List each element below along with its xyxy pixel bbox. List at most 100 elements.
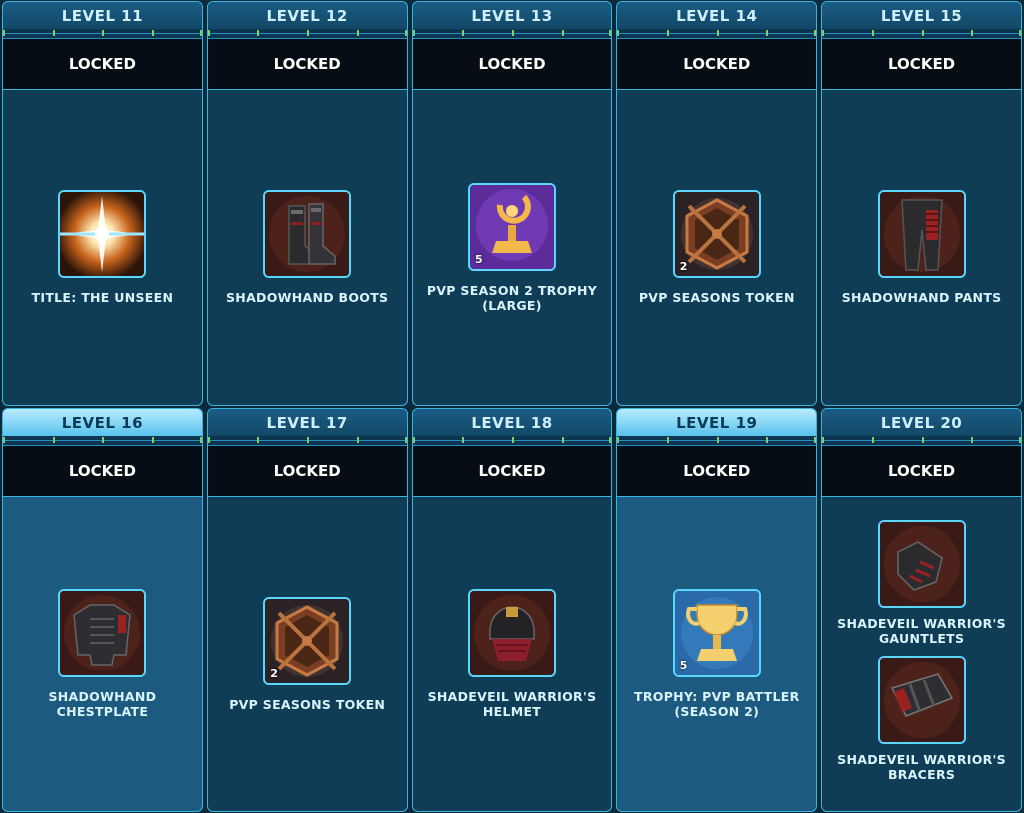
tick-mark	[199, 30, 202, 36]
reward-area: SHADOWHAND PANTS	[822, 90, 1021, 405]
level-label: LEVEL 11	[3, 2, 202, 29]
tick-mark	[814, 30, 817, 36]
reward-area: SHADEVEIL WARRIOR'S HELMET	[413, 497, 612, 811]
pants-icon[interactable]	[877, 190, 966, 278]
tick-mark	[257, 30, 260, 36]
tick-mark	[412, 30, 415, 36]
reward-item[interactable]: SHADOWHAND CHESTPLATE	[7, 589, 198, 719]
level-label: LEVEL 12	[207, 2, 407, 29]
level-label: LEVEL 19	[617, 409, 817, 436]
reward-name: PVP SEASON 2 TROPHY (LARGE)	[426, 282, 598, 313]
level-card[interactable]: LEVEL 14 LOCKED 2 PVP SEASONS TOKEN	[616, 1, 818, 406]
tick-mark	[716, 30, 719, 36]
tick-mark	[3, 437, 5, 443]
tick-mark	[871, 437, 874, 443]
chestplate-icon[interactable]	[58, 589, 147, 677]
level-card[interactable]: LEVEL 19 LOCKED 5 TROPHY: PVP BATTLER (SEAS…	[616, 408, 818, 812]
tick-mark	[199, 437, 202, 443]
tick-mark	[561, 30, 564, 36]
tick-mark	[307, 437, 310, 443]
tick-mark	[356, 437, 359, 443]
progress-ticks	[207, 29, 407, 39]
star-burst-icon[interactable]	[58, 190, 147, 278]
reward-area: 5 TROPHY: PVP BATTLER (SEASON 2)	[617, 497, 816, 811]
level-card[interactable]: LEVEL 11 LOCKED TITLE: THE UNSEEN	[2, 1, 203, 406]
level-card[interactable]: LEVEL 13 LOCKED 5 PVP SEASON 2 TROPHY (LARG…	[411, 1, 613, 406]
tick-mark	[617, 437, 620, 443]
reward-area: 2 PVP SEASONS TOKEN	[617, 90, 816, 405]
reward-item[interactable]: 5 TROPHY: PVP BATTLER (SEASON 2)	[621, 589, 812, 719]
tick-mark	[814, 437, 817, 443]
progress-ticks	[822, 29, 1021, 39]
level-label: LEVEL 18	[412, 409, 612, 436]
reward-area: SHADEVEIL WARRIOR'S GAUNTLETS SHADEVEIL W…	[822, 497, 1021, 811]
tick-mark	[766, 437, 769, 443]
reward-item[interactable]: 2 PVP SEASONS TOKEN	[639, 190, 795, 305]
reward-item[interactable]: 5 PVP SEASON 2 TROPHY (LARGE)	[417, 182, 608, 313]
reward-name: TITLE: THE UNSEEN	[31, 290, 174, 305]
tick-mark	[52, 30, 55, 36]
reward-item[interactable]: SHADEVEIL WARRIOR'S BRACERS	[826, 656, 1017, 782]
level-card[interactable]: LEVEL 17 LOCKED 2 PVP SEASONS TOKEN	[206, 408, 408, 812]
tick-mark	[561, 437, 564, 443]
tick-mark	[152, 437, 155, 443]
gold-trophy-icon[interactable]: 5	[672, 589, 761, 677]
progress-ticks	[617, 436, 817, 446]
reward-quantity: 5	[679, 659, 688, 672]
pvp-trophy-icon[interactable]: 5	[467, 182, 556, 271]
reward-quantity: 5	[474, 252, 483, 266]
tick-mark	[766, 30, 769, 36]
reward-name: PVP SEASONS TOKEN	[638, 290, 795, 305]
lock-status: LOCKED	[617, 446, 817, 497]
reward-name: SHADOWHAND PANTS	[841, 290, 1002, 305]
reward-area: SHADOWHAND CHESTPLATE	[3, 497, 202, 811]
reward-item[interactable]: SHADEVEIL WARRIOR'S HELMET	[417, 589, 608, 719]
reward-track-grid: LEVEL 11 LOCKED TITLE: THE UNSEEN LEVEL 12 L…	[0, 0, 1024, 813]
tick-mark	[102, 30, 105, 36]
gauntlets-icon[interactable]	[877, 520, 966, 608]
tick-mark	[822, 30, 825, 36]
tick-mark	[152, 30, 155, 36]
pvp-token-icon[interactable]: 2	[263, 596, 352, 685]
level-card[interactable]: LEVEL 15 LOCKED SHADOWHAND PANTS	[821, 1, 1022, 406]
progress-ticks	[617, 29, 817, 39]
lock-status: LOCKED	[207, 446, 407, 497]
level-card[interactable]: LEVEL 20 LOCKED SHADEVEIL WARRIOR'S GAUNTL…	[821, 408, 1022, 812]
tick-mark	[617, 30, 620, 36]
lock-status: LOCKED	[412, 446, 612, 497]
progress-ticks	[412, 436, 612, 446]
progress-ticks	[3, 436, 202, 446]
progress-ticks	[3, 29, 202, 39]
reward-item[interactable]: SHADEVEIL WARRIOR'S GAUNTLETS	[826, 520, 1017, 646]
tick-mark	[667, 30, 670, 36]
reward-item[interactable]: 2 PVP SEASONS TOKEN	[229, 596, 385, 712]
reward-item[interactable]: SHADOWHAND BOOTS	[226, 190, 388, 305]
bracers-icon[interactable]	[877, 656, 966, 744]
tick-mark	[462, 437, 465, 443]
tick-mark	[921, 30, 924, 36]
level-card[interactable]: LEVEL 12 LOCKED SHADOWHAND BOOTS	[206, 1, 408, 406]
reward-item[interactable]: TITLE: THE UNSEEN	[32, 190, 174, 305]
tick-mark	[404, 30, 407, 36]
tick-mark	[462, 30, 465, 36]
tick-mark	[667, 437, 670, 443]
progress-ticks	[412, 29, 612, 39]
reward-area: 5 PVP SEASON 2 TROPHY (LARGE)	[413, 90, 612, 405]
helmet-icon[interactable]	[467, 589, 556, 677]
reward-quantity: 2	[679, 260, 688, 273]
tick-mark	[511, 437, 514, 443]
reward-item[interactable]: SHADOWHAND PANTS	[842, 190, 1002, 305]
tick-mark	[307, 30, 310, 36]
level-label: LEVEL 16	[3, 409, 202, 436]
tick-mark	[3, 30, 5, 36]
tick-mark	[609, 437, 612, 443]
lock-status: LOCKED	[207, 39, 407, 90]
tick-mark	[356, 30, 359, 36]
boots-icon[interactable]	[263, 190, 352, 278]
level-card[interactable]: LEVEL 16 LOCKED SHADOWHAND CHESTPLATE	[2, 408, 203, 812]
pvp-token-icon[interactable]: 2	[672, 190, 761, 278]
tick-mark	[871, 30, 874, 36]
level-card[interactable]: LEVEL 18 LOCKED SHADEVEIL WARRIOR'S HELMET	[411, 408, 613, 812]
reward-area: SHADOWHAND BOOTS	[208, 90, 407, 405]
reward-name: SHADEVEIL WARRIOR'S HELMET	[427, 689, 597, 719]
